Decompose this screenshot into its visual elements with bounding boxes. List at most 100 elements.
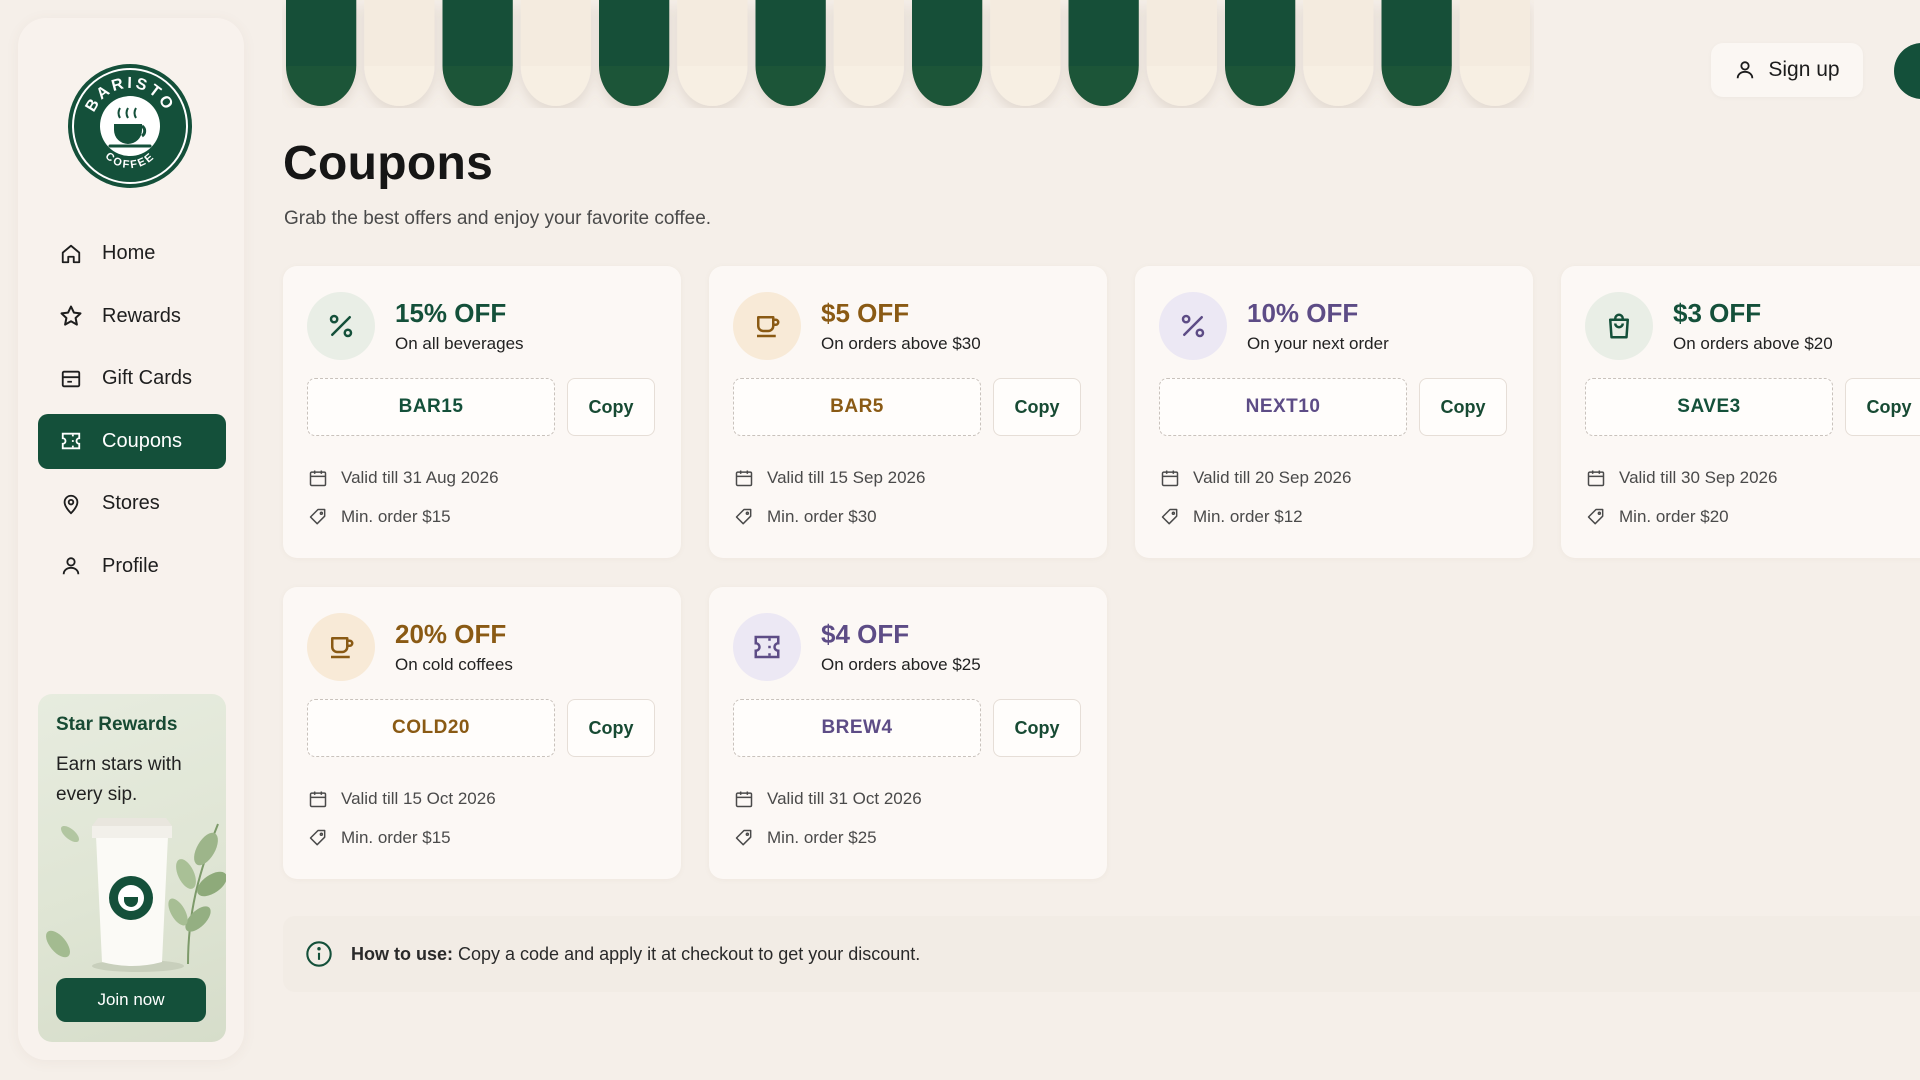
copy-button[interactable]: Copy: [1845, 378, 1920, 436]
coupon-code[interactable]: NEXT10: [1159, 378, 1407, 436]
coupon-code[interactable]: BREW4: [733, 699, 981, 757]
user-icon: [1734, 59, 1756, 81]
page-subtitle: Grab the best offers and enjoy your favo…: [284, 208, 712, 229]
calendar-icon: [307, 788, 329, 810]
coupon-code[interactable]: BAR15: [307, 378, 555, 436]
home-icon: [58, 241, 84, 267]
ticket-icon: [58, 428, 84, 454]
validity-text: Valid till 15 Sep 2026: [767, 468, 926, 487]
coffee-cup-illustration: [46, 818, 226, 972]
user-icon: [58, 553, 84, 579]
min-order-text: Min. order $20: [1619, 507, 1729, 526]
join-now-button[interactable]: Join now: [56, 978, 206, 1022]
coupon-title: 10% OFF: [1247, 298, 1359, 328]
coupon-badge: [307, 292, 375, 360]
copy-button[interactable]: Copy: [567, 699, 655, 757]
coupon-title: 15% OFF: [395, 298, 507, 328]
coupon-card: $4 OFF On orders above $25 BREW4 Copy Va…: [709, 587, 1107, 879]
calendar-icon: [1159, 467, 1181, 489]
calendar-icon: [1585, 467, 1607, 489]
min-order-text: Min. order $15: [341, 507, 451, 526]
how-to-use-label: How to use:: [351, 943, 453, 964]
validity-text: Valid till 31 Aug 2026: [341, 468, 499, 487]
tag-icon: [1585, 506, 1607, 528]
tag-icon: [733, 827, 755, 849]
coupon-title: $3 OFF: [1673, 298, 1762, 328]
page-title: Coupons: [283, 137, 494, 190]
coupon-description: On all beverages: [395, 334, 524, 353]
coupon-min-order: Min. order $15: [307, 827, 451, 849]
coupon-validity: Valid till 20 Sep 2026: [1159, 467, 1351, 489]
coupon-min-order: Min. order $12: [1159, 506, 1303, 528]
sign-up-button[interactable]: Sign up: [1711, 43, 1863, 97]
coupon-validity: Valid till 15 Oct 2026: [307, 788, 496, 810]
coupon-validity: Valid till 31 Oct 2026: [733, 788, 922, 810]
promo-text: Earn stars with every sip.: [56, 754, 182, 805]
sidebar-item-label: Gift Cards: [102, 367, 193, 389]
copy-button[interactable]: Copy: [993, 699, 1081, 757]
coupon-code[interactable]: COLD20: [307, 699, 555, 757]
tag-icon: [307, 506, 329, 528]
validity-text: Valid till 30 Sep 2026: [1619, 468, 1778, 487]
sidebar-item-stores[interactable]: Stores: [38, 476, 226, 531]
info-icon: [305, 940, 333, 968]
sidebar-item-profile[interactable]: Profile: [38, 539, 226, 594]
sidebar-item-home[interactable]: Home: [38, 226, 226, 281]
map-pin-icon: [58, 491, 84, 517]
coupon-validity: Valid till 31 Aug 2026: [307, 467, 499, 489]
min-order-text: Min. order $15: [341, 828, 451, 847]
star-rewards-promo: Star Rewards Earn stars with every sip. …: [38, 694, 226, 1042]
sidebar-item-rewards[interactable]: Rewards: [38, 289, 226, 344]
validity-text: Valid till 15 Oct 2026: [341, 789, 496, 808]
coupon-card: 10% OFF On your next order NEXT10 Copy V…: [1135, 266, 1533, 558]
validity-text: Valid till 31 Oct 2026: [767, 789, 922, 808]
coupon-badge: [733, 613, 801, 681]
validity-text: Valid till 20 Sep 2026: [1193, 468, 1352, 487]
sidebar-item-label: Stores: [102, 492, 160, 514]
copy-button[interactable]: Copy: [1419, 378, 1507, 436]
calendar-icon: [733, 788, 755, 810]
calendar-icon: [307, 467, 329, 489]
awning-decoration: [286, 0, 1530, 106]
cart-button[interactable]: [1894, 43, 1920, 99]
coupon-description: On cold coffees: [395, 655, 513, 674]
percent-icon: [1178, 311, 1208, 341]
baristo-logo[interactable]: BARISTO COFFEE: [66, 62, 194, 190]
coupon-code[interactable]: SAVE3: [1585, 378, 1833, 436]
tag-icon: [1159, 506, 1181, 528]
coupon-badge: [733, 292, 801, 360]
sidebar-item-label: Profile: [102, 554, 159, 577]
coupon-min-order: Min. order $25: [733, 827, 877, 849]
coupon-card: $5 OFF On orders above $30 BAR5 Copy Val…: [709, 266, 1107, 558]
coupon-card: $3 OFF On orders above $20 SAVE3 Copy Va…: [1561, 266, 1920, 558]
coupon-title: $5 OFF: [821, 298, 910, 328]
copy-button[interactable]: Copy: [993, 378, 1081, 436]
percent-icon: [326, 311, 356, 341]
sidebar-item-gift-cards[interactable]: Gift Cards: [38, 351, 226, 406]
min-order-text: Min. order $25: [767, 828, 877, 847]
coupon-min-order: Min. order $30: [733, 506, 877, 528]
coupon-validity: Valid till 30 Sep 2026: [1585, 467, 1777, 489]
coupon-title: $4 OFF: [821, 619, 910, 649]
tag-icon: [733, 506, 755, 528]
coupon-description: On orders above $30: [821, 334, 981, 353]
copy-button[interactable]: Copy: [567, 378, 655, 436]
coupon-badge: [1585, 292, 1653, 360]
coupon-code[interactable]: BAR5: [733, 378, 981, 436]
tag-icon: [307, 827, 329, 849]
coupon-description: On orders above $25: [821, 655, 981, 674]
sidebar: BARISTO COFFEE Home Rewards Gift Cards C…: [18, 18, 244, 1060]
how-to-use-banner: How to use: Copy a code and apply it at …: [283, 916, 1920, 992]
sidebar-item-coupons[interactable]: Coupons: [38, 413, 226, 469]
min-order-text: Min. order $12: [1193, 507, 1303, 526]
coupon-min-order: Min. order $20: [1585, 506, 1729, 528]
sidebar-nav: Home Rewards Gift Cards Coupons Stores P…: [38, 226, 226, 601]
coupon-title: 20% OFF: [395, 619, 507, 649]
sidebar-item-label: Coupons: [102, 429, 183, 452]
cup-icon: [326, 632, 356, 662]
sign-up-label: Sign up: [1768, 58, 1840, 81]
cup-icon: [752, 311, 782, 341]
coupon-description: On orders above $20: [1673, 334, 1833, 353]
coupon-description: On your next order: [1247, 334, 1389, 353]
how-to-use-text: Copy a code and apply it at checkout to …: [458, 943, 921, 964]
